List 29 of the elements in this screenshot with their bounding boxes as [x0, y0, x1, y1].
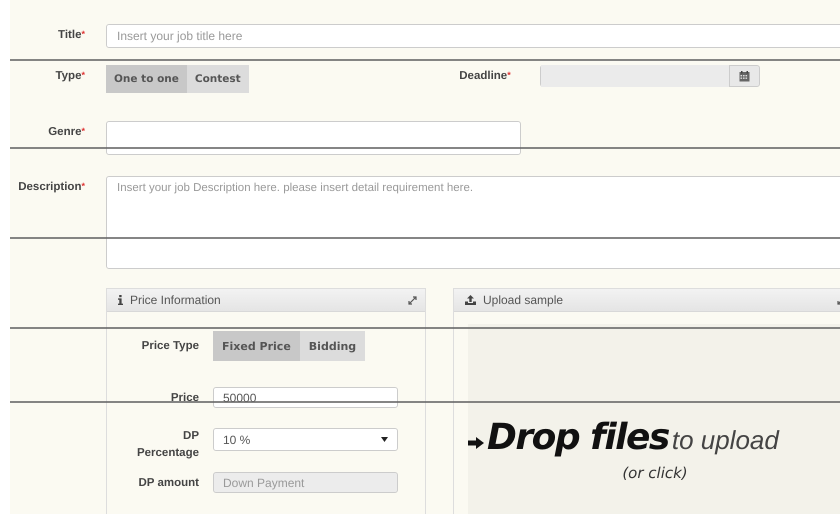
price-type-toggle-button[interactable]: Fixed Price — [213, 331, 300, 361]
field-label: Type* — [54, 69, 85, 82]
field-label: Title* — [57, 28, 85, 41]
field-label: Description* — [17, 180, 85, 193]
drop-zone[interactable]: Drop filesto upload (or click) — [468, 324, 840, 514]
calendar-icon[interactable] — [738, 70, 750, 82]
price-input-field[interactable]: 50000 — [213, 387, 398, 408]
title-input-field[interactable]: Insert your job title here — [106, 24, 840, 48]
info-icon — [118, 295, 123, 305]
field-label: Price Type — [140, 340, 199, 352]
field-label: Price — [170, 392, 199, 404]
arrow-icon — [468, 437, 484, 449]
expand-icon[interactable] — [408, 296, 417, 304]
type-toggle-button[interactable]: One to one — [106, 65, 187, 93]
field-label: Deadline* — [458, 69, 511, 82]
field-label: Genre* — [47, 125, 85, 138]
upload-icon — [465, 295, 476, 305]
drop-hint: (or click) — [622, 464, 688, 482]
field-label: DP amount — [138, 476, 199, 488]
genre-input-field[interactable] — [106, 121, 521, 155]
deadline-date-field[interactable] — [540, 65, 760, 87]
drop-title: Drop files — [487, 417, 669, 458]
caret-icon — [381, 437, 388, 442]
panel-title: Upload sample — [483, 293, 564, 307]
description-text-area[interactable]: Insert your job Description here. please insert detail requirement here. — [106, 176, 840, 269]
field-label: DP Percentage — [136, 429, 199, 461]
panel-title: Price Information — [130, 293, 222, 307]
drop-subtitle: to upload — [672, 425, 779, 456]
dp-percentage-select[interactable]: 10 % — [213, 428, 398, 451]
